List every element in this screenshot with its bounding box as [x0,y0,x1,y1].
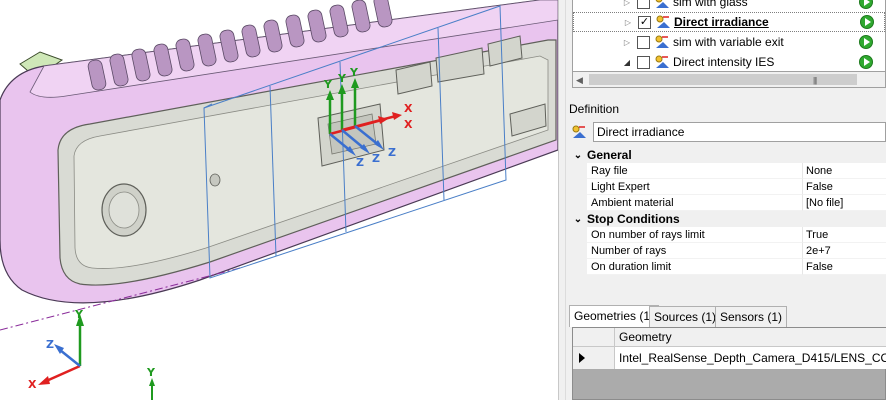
axis-label-z: Z [356,156,364,169]
axis-label-y: Y [337,72,347,85]
tree-item-sim-with-variable-exit[interactable]: ▷ sim with variable exit [573,32,885,52]
row-selector-icon[interactable] [573,347,615,369]
simulation-panel: ▷ sim with glass ▷ ✓ Direct irradiance ▷… [566,0,886,400]
scroll-left-icon[interactable]: ◀ [576,75,583,86]
property-name: Light Expert [587,179,803,195]
collapse-caret-icon[interactable]: ⌄ [569,214,587,225]
expand-arrow-icon[interactable]: ▷ [621,0,633,7]
axis-label-y: Y [323,78,333,91]
tab-sources[interactable]: Sources (1) [649,306,722,327]
category-title: General [587,148,632,162]
tree-checkbox[interactable]: ✓ [638,15,651,29]
simulation-icon [570,124,588,140]
tree-item-label: Direct intensity IES [673,55,775,69]
run-simulation-icon[interactable] [859,55,873,69]
panel-splitter[interactable] [558,0,566,400]
property-name: Number of rays [587,243,803,259]
property-row-light-expert[interactable]: Light Expert False [569,179,886,195]
global-axis-x: X [28,378,37,391]
property-row-duration-limit[interactable]: On duration limit False [569,259,886,275]
run-simulation-icon[interactable] [859,35,873,49]
property-value[interactable]: [No file] [803,195,886,211]
property-value[interactable]: None [803,163,886,179]
collapse-caret-icon[interactable]: ⌄ [569,150,587,161]
tree-checkbox[interactable] [637,55,650,69]
scrollbar-grip-icon: ||| [813,76,817,85]
run-simulation-icon[interactable] [859,0,873,9]
definition-heading: Definition [569,102,620,116]
tab-sensors[interactable]: Sensors (1) [715,306,788,327]
axis-label-z: Z [388,146,396,159]
property-name: Ray file [587,163,803,179]
camera-model-render[interactable]: Y Y Y X X Z Z Z Y X Z Y [0,0,558,400]
geometry-cell[interactable]: Intel_RealSense_Depth_Camera_D415/LENS_C… [615,347,886,369]
property-value[interactable]: True [803,227,886,243]
global-axis-y: Y [74,308,84,321]
tree-checkbox[interactable] [637,0,650,9]
axis-label-y: Y [349,66,359,79]
property-value[interactable]: False [803,259,886,275]
simulation-icon [653,0,671,10]
global-axis-z: Z [46,338,54,351]
tree-checkbox[interactable] [637,35,650,49]
property-row-ray-file[interactable]: Ray file None [569,163,886,179]
expand-arrow-icon[interactable]: ▷ [622,18,634,27]
definition-name-field[interactable]: Direct irradiance [593,122,886,142]
property-value[interactable]: 2e+7 [803,243,886,259]
geometry-grid[interactable]: Geometry Intel_RealSense_Depth_Camera_D4… [572,327,886,400]
tree-item-direct-intensity-ies[interactable]: ◢ Direct intensity IES [573,52,885,72]
property-row-rays-limit[interactable]: On number of rays limit True [569,227,886,243]
expand-arrow-icon[interactable]: ▷ [621,38,633,47]
collapse-arrow-icon[interactable]: ◢ [621,58,633,67]
property-row-ambient-material[interactable]: Ambient material [No file] [569,195,886,211]
axis-label-x: X [404,118,413,131]
property-name: On number of rays limit [587,227,803,243]
tab-geometries[interactable]: Geometries (1) [569,305,660,327]
axis-label-z: Z [372,152,380,165]
category-general[interactable]: ⌄ General [569,147,886,163]
category-stop-conditions[interactable]: ⌄ Stop Conditions [569,211,886,227]
property-name: Ambient material [587,195,803,211]
global-axis-triad: Y X Z Y [28,308,156,400]
category-title: Stop Conditions [587,212,680,226]
axis-label-y: Y [146,366,156,379]
property-value[interactable]: False [803,179,886,195]
scrollbar-thumb[interactable] [589,74,857,85]
property-grid[interactable]: ⌄ General Ray file None Light Expert Fal… [569,147,886,275]
tree-item-label: sim with variable exit [673,35,784,49]
3d-viewport[interactable]: Y Y Y X X Z Z Z Y X Z Y [0,0,558,400]
definition-tabs: Geometries (1) Sources (1) Sensors (1) [569,305,886,327]
column-header-geometry[interactable]: Geometry [615,328,886,347]
simulation-icon [654,14,672,30]
tree-item-label: Direct irradiance [674,15,769,29]
property-name: On duration limit [587,259,803,275]
grid-corner [573,328,615,347]
tree-item-direct-irradiance[interactable]: ▷ ✓ Direct irradiance [573,12,885,32]
tree-item-label: sim with glass [673,0,748,9]
tree-item-sim-with-glass[interactable]: ▷ sim with glass [573,0,885,12]
simulation-icon [653,34,671,50]
axis-label-x: X [404,102,413,115]
property-row-number-of-rays[interactable]: Number of rays 2e+7 [569,243,886,259]
run-simulation-icon[interactable] [860,15,874,29]
simulation-icon [653,54,671,70]
tree-horizontal-scrollbar[interactable]: ◀ ||| [572,71,886,88]
